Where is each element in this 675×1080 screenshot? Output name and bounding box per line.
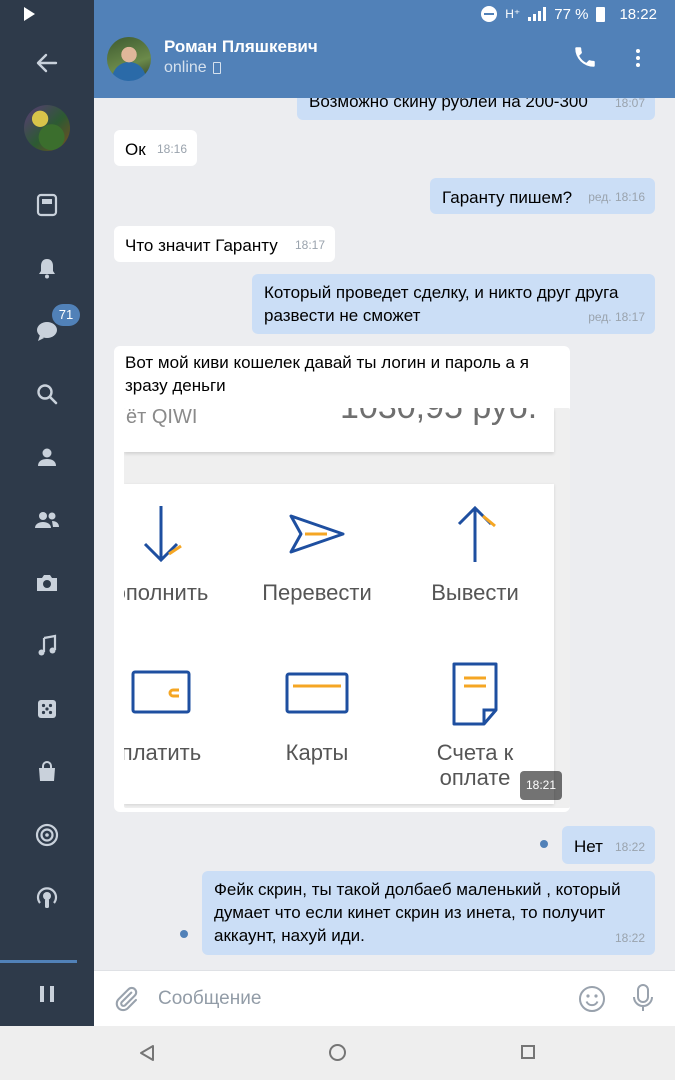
emoji-icon[interactable]	[578, 985, 606, 1018]
qiwi-actions-card: ополнить Перевести Вывести платить Карты	[124, 484, 554, 804]
message-text: Что значит Гаранту	[125, 236, 278, 255]
qiwi-tile-label: Счета к оплате	[436, 740, 514, 790]
arrow-down-icon	[143, 506, 182, 563]
message-time: 18:16	[156, 142, 187, 156]
qiwi-tile-label: ополнить	[124, 580, 209, 605]
arrow-up-icon	[457, 505, 496, 562]
search-icon[interactable]	[22, 371, 72, 417]
qiwi-wallet-label: ёт QIWI	[126, 408, 198, 428]
battery-icon	[596, 6, 606, 22]
message-bubble-incoming[interactable]: Ок 18:16	[114, 130, 197, 166]
unread-badge: 71	[52, 304, 80, 326]
message-text: Вот мой киви кошелек давай ты логин и па…	[125, 353, 529, 395]
clock: 18:22	[619, 5, 657, 23]
chat-header: H⁺ 77 % 18:22 Роман Пляшкевич online	[94, 0, 675, 98]
message-bubble-outgoing[interactable]: Фейк скрин, ты такой долбаеб маленький ,…	[202, 871, 655, 955]
network-type: H⁺	[505, 7, 521, 21]
message-text: Нет	[574, 837, 603, 856]
qiwi-tile-label: Карты	[285, 740, 349, 765]
qiwi-tile-transfer: Перевести	[242, 502, 392, 605]
left-sidebar: 71	[0, 0, 94, 1026]
attach-icon[interactable]	[112, 985, 140, 1018]
qiwi-tile-pay: платить	[124, 662, 236, 765]
message-bubble-outgoing[interactable]: Нет 18:22	[562, 826, 655, 864]
games-icon[interactable]	[22, 686, 72, 732]
wallet-icon	[131, 670, 191, 714]
message-bubble-with-image[interactable]: Вот мой киви кошелек давай ты логин и па…	[114, 346, 570, 812]
message-time: 18:22	[614, 840, 645, 854]
qiwi-balance-card: ёт QIWI 1030,95 руб.	[124, 408, 554, 452]
invoice-icon	[452, 662, 498, 726]
message-input[interactable]: Сообщение	[158, 988, 261, 1010]
message-text: Фейк скрин, ты такой долбаеб маленький ,…	[214, 880, 621, 945]
bell-icon[interactable]	[22, 245, 72, 291]
system-navigation-bar	[0, 1026, 675, 1080]
sidebar-status-area	[0, 0, 94, 28]
podcast-icon[interactable]	[22, 875, 72, 921]
contact-name[interactable]: Роман Пляшкевич	[164, 37, 318, 57]
unread-dot	[540, 840, 548, 848]
contact-status: online	[164, 59, 221, 77]
card-icon	[285, 672, 349, 714]
message-text: Возможно скину рублей на 200-300	[309, 98, 588, 111]
message-time: ред. 18:16	[588, 190, 645, 204]
profile-icon[interactable]	[22, 434, 72, 480]
qiwi-tile-label: платить	[124, 740, 202, 765]
camera-icon[interactable]	[22, 560, 72, 606]
message-time: 18:21	[519, 771, 562, 800]
nav-home-icon[interactable]	[329, 1044, 346, 1061]
target-icon[interactable]	[22, 812, 72, 858]
message-time: ред. 18:17	[588, 310, 645, 324]
news-icon[interactable]	[22, 182, 72, 228]
qiwi-tile-label: Вывести	[431, 580, 519, 605]
nav-recents-icon[interactable]	[521, 1045, 535, 1059]
qiwi-tile-withdraw: Вывести	[400, 502, 550, 605]
nav-back-icon[interactable]	[138, 1044, 156, 1067]
system-status-bar: H⁺ 77 % 18:22	[481, 4, 657, 24]
qiwi-tile-cards: Карты	[242, 662, 392, 765]
battery-percent: 77 %	[554, 5, 589, 23]
message-time: 18:17	[294, 238, 325, 252]
contact-avatar[interactable]	[107, 37, 151, 81]
message-bubble-outgoing[interactable]: Возможно скину рублей на 200-300 18:07	[297, 98, 655, 120]
qiwi-balance: 1030,95 руб.	[340, 408, 537, 424]
microphone-icon[interactable]	[631, 983, 655, 1018]
shop-icon[interactable]	[22, 749, 72, 795]
message-bubble-incoming[interactable]: Что значит Гаранту 18:17	[114, 226, 335, 262]
more-options-icon[interactable]	[631, 46, 645, 70]
music-icon[interactable]	[22, 623, 72, 669]
back-arrow-icon[interactable]	[22, 40, 72, 86]
mobile-icon	[212, 62, 221, 74]
pause-icon[interactable]	[40, 986, 54, 1002]
phone-call-icon[interactable]	[572, 44, 598, 70]
message-text: Гаранту пишем?	[442, 188, 573, 207]
message-time: 18:07	[614, 98, 645, 110]
message-list: Возможно скину рублей на 200-300 18:07 О…	[94, 98, 675, 970]
signal-icon	[528, 7, 547, 21]
message-bubble-outgoing[interactable]: Гаранту пишем? ред. 18:16	[430, 178, 655, 214]
qiwi-tile-label: Перевести	[262, 580, 372, 605]
friends-icon[interactable]	[22, 497, 72, 543]
online-label: online	[164, 59, 207, 76]
qiwi-tile-topup: ополнить	[124, 502, 236, 605]
unread-dot	[180, 930, 188, 938]
message-time: 18:22	[614, 931, 645, 945]
sidebar-active-indicator	[0, 960, 77, 963]
play-icon	[24, 7, 35, 21]
sidebar-user-avatar[interactable]	[24, 105, 70, 151]
qiwi-screenshot-image[interactable]: ёт QIWI 1030,95 руб. ополнить Перевести …	[124, 408, 570, 808]
send-icon	[289, 514, 345, 554]
message-input-bar: Сообщение	[94, 970, 675, 1026]
message-text: Ок	[125, 140, 146, 159]
message-bubble-outgoing[interactable]: Который проведет сделку, и никто друг др…	[252, 274, 655, 334]
do-not-disturb-icon	[481, 6, 498, 22]
